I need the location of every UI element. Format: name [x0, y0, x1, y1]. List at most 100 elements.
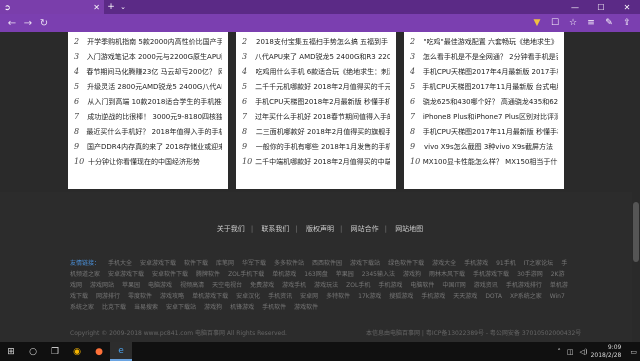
footer-link-cooperation[interactable]: 网站合作	[351, 225, 379, 233]
friend-link[interactable]: 安卓汉化	[236, 293, 260, 300]
minimize-icon[interactable]: —	[562, 3, 588, 12]
friend-link[interactable]: 当易搜索	[134, 304, 158, 311]
friend-link[interactable]: 腾牌软件	[196, 271, 220, 278]
friend-link[interactable]: 库笔网	[216, 260, 234, 267]
hub-icon[interactable]: ≡	[582, 18, 600, 28]
friend-link[interactable]: 手机软件	[262, 304, 286, 311]
share-icon[interactable]: ⇪	[618, 18, 636, 28]
list-item[interactable]: 2 "吃鸡"最佳游戏配置 六套畅玩《绝地求生》电	[410, 34, 558, 49]
friend-link[interactable]: 单机游戏	[272, 271, 296, 278]
browser-tab[interactable]: ➲ ✕	[0, 0, 104, 14]
friend-link[interactable]: 天空电视台	[212, 282, 242, 289]
friend-link[interactable]: 游戏狗	[204, 304, 222, 311]
friend-link[interactable]: 雨林木风下载	[429, 271, 465, 278]
friend-link[interactable]: XP系统之家	[510, 293, 542, 300]
volume-icon[interactable]: ◁)	[579, 348, 587, 356]
notification-icon[interactable]: ▭	[630, 348, 637, 356]
friend-link[interactable]: 免费游戏	[250, 282, 274, 289]
search-icon[interactable]: ○	[22, 342, 44, 361]
address-bar[interactable]	[58, 17, 522, 29]
friend-link[interactable]: 多特软件	[326, 293, 350, 300]
friend-link[interactable]: 2345输入法	[362, 271, 395, 278]
list-item[interactable]: 6 从入门到高端 10款2018适合学生的手机推荐	[74, 94, 222, 109]
list-item[interactable]: 9 一般你的手机有哪些 2018年1月发售的手机	[242, 139, 390, 154]
friend-link[interactable]: 游戏手机	[282, 282, 306, 289]
windows-start-icon[interactable]: ⊞	[0, 342, 22, 361]
friend-link[interactable]: 游戏网站	[90, 282, 114, 289]
list-item[interactable]: 5 二千千元机哪款好 2018年2月值得买的千元手	[242, 79, 390, 94]
friend-link[interactable]: 搜狐游戏	[389, 293, 413, 300]
list-item[interactable]: 6 手机CPU天梯图2018年2月最新版 秒懂手机处	[242, 94, 390, 109]
friend-link[interactable]: 30手游网	[517, 271, 543, 278]
friend-link[interactable]: 中国IT网	[442, 282, 465, 289]
favorite-icon[interactable]: ☆	[564, 18, 582, 28]
maximize-icon[interactable]: ☐	[588, 3, 614, 12]
footer-link-contact[interactable]: 联系我们	[261, 225, 289, 233]
back-icon[interactable]: ←	[4, 18, 20, 29]
tab-list-chevron-icon[interactable]: ⌄	[118, 3, 128, 11]
scrollbar[interactable]	[632, 32, 640, 342]
list-item[interactable]: 7 过年买什么手机好 2018春节期间值得入手的手	[242, 109, 390, 124]
forward-icon[interactable]: →	[20, 18, 36, 29]
list-item[interactable]: 3 怎么看手机是不是全网通？ 2分钟看手机是否全	[410, 49, 558, 64]
notes-icon[interactable]: ✎	[600, 18, 618, 28]
friend-link[interactable]: 游戏玩法	[314, 282, 338, 289]
friend-link[interactable]: 多多软件站	[274, 260, 304, 267]
new-tab-icon[interactable]: +	[104, 2, 118, 12]
friend-link[interactable]: 91手机	[496, 260, 516, 267]
close-window-icon[interactable]: ✕	[614, 3, 640, 12]
friend-link[interactable]: 单机游戏下载	[192, 293, 228, 300]
list-item[interactable]: 7 iPhone8 Plus和iPhone7 Plus区别对比评测 最	[410, 109, 558, 124]
friend-link[interactable]: 电脑游戏	[148, 282, 172, 289]
footer-link-about[interactable]: 关于我们	[217, 225, 245, 233]
list-item[interactable]: 7 成功逆战的比很棒！ 3000元9-8180四核独显	[74, 109, 222, 124]
friend-link[interactable]: 手机游戏	[378, 282, 402, 289]
refresh-icon[interactable]: ↻	[36, 18, 52, 29]
list-item[interactable]: 8 二三面机哪款好 2018年2月值得买的旗舰手	[242, 124, 390, 139]
friend-link[interactable]: 安卓游戏下载	[140, 260, 176, 267]
firefox-icon[interactable]: ●	[88, 342, 110, 361]
list-item[interactable]: 10 二千中端机哪款好 2018年2月值得买的中端手	[242, 154, 390, 169]
friend-link[interactable]: 绿色软件下载	[388, 260, 424, 267]
friend-link[interactable]: 苹果园	[122, 282, 140, 289]
friend-link[interactable]: 游戏软件	[294, 304, 318, 311]
list-item[interactable]: 5 升级灵活 2800元AMD锐龙5 2400G八代APU	[74, 79, 222, 94]
friend-link[interactable]: 手机游戏	[421, 293, 445, 300]
footer-link-copyright[interactable]: 版权声明	[306, 225, 334, 233]
clock[interactable]: 9:09 2018/2/28	[591, 344, 622, 360]
friend-link[interactable]: 软件下载	[184, 260, 208, 267]
friend-link[interactable]: IT之家论坛	[524, 260, 553, 267]
list-item[interactable]: 9 vivo X9s怎么截图 3种vivo X9s截屏方法	[410, 139, 558, 154]
friend-link[interactable]: 游戏攻略	[160, 293, 184, 300]
friend-link[interactable]: DOTA	[485, 293, 502, 300]
friend-link[interactable]: 华军下载	[242, 260, 266, 267]
network-icon[interactable]: ◫	[567, 348, 574, 356]
friend-link[interactable]: 西西软件园	[312, 260, 342, 267]
friend-link[interactable]: 手机游戏	[464, 260, 488, 267]
list-item[interactable]: 2 开学季购机指南 5款2000内高性价比国产手机	[74, 34, 222, 49]
friend-link[interactable]: 网游排行	[96, 293, 120, 300]
list-item[interactable]: 10 MX100显卡性能怎么样？ MX150相当于什么显	[410, 154, 558, 169]
friend-link[interactable]: 机锋游戏	[230, 304, 254, 311]
tray-up-chevron-icon[interactable]: ˄	[557, 348, 561, 356]
friend-link[interactable]: 苹果园	[336, 271, 354, 278]
friend-link[interactable]: 游戏大全	[432, 260, 456, 267]
friend-link[interactable]: 安卓下载站	[166, 304, 196, 311]
list-item[interactable]: 8 手机CPU天梯图2017年11月最新版 秒懂手机处	[410, 124, 558, 139]
friend-link[interactable]: 安卓网	[300, 293, 318, 300]
chrome-icon[interactable]: ◉	[66, 342, 88, 361]
friend-link[interactable]: 天天游戏	[453, 293, 477, 300]
reading-view-icon[interactable]: ☐	[546, 18, 564, 28]
edge-icon[interactable]: e	[110, 342, 132, 361]
list-item[interactable]: 3 入门游戏笔记本 2000元与2200G原生APU配置	[74, 49, 222, 64]
downloads-icon[interactable]: ▼	[528, 18, 546, 28]
list-item[interactable]: 8最近买什么手机好？ 2018年值得入手的手机推荐	[74, 124, 222, 139]
list-item[interactable]: 3 八代APU来了 AMD锐龙5 2400G和R3 2200G	[242, 49, 390, 64]
list-item[interactable]: 4春节期间马化腾赚23亿 马云却亏200亿？ 网友评	[74, 64, 222, 79]
list-item[interactable]: 4 手机CPU天梯图2017年4月最新版 2017手机处	[410, 64, 558, 79]
friend-link[interactable]: 比克下载	[102, 304, 126, 311]
scrollbar-thumb[interactable]	[633, 202, 639, 262]
friend-link[interactable]: 安卓软件下载	[152, 271, 188, 278]
tab-close-icon[interactable]: ✕	[93, 3, 100, 12]
friend-link[interactable]: ZOL手机下载	[228, 271, 264, 278]
